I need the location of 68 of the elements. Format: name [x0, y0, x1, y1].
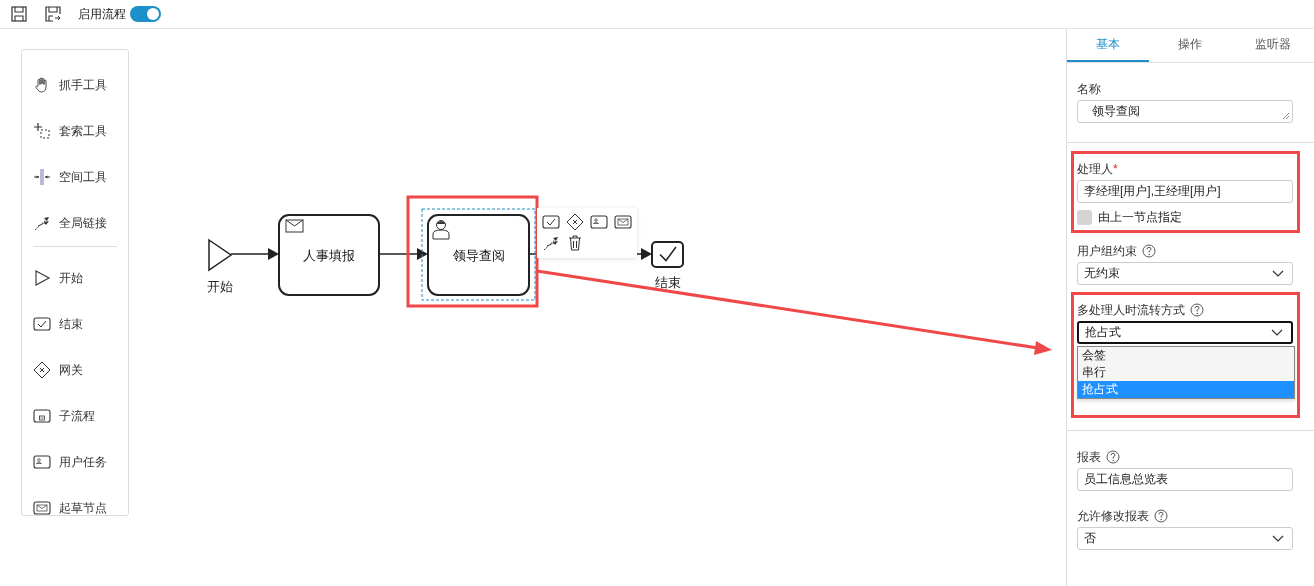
space-tool-icon — [33, 168, 51, 186]
help-icon[interactable] — [1154, 509, 1168, 523]
node-label: 领导查阅 — [452, 248, 505, 263]
resize-grip-icon[interactable] — [1282, 112, 1290, 120]
end-event[interactable] — [651, 241, 684, 268]
flow-arrow[interactable] — [378, 248, 428, 260]
node-label: 开始 — [207, 279, 233, 294]
pad-envelope-button[interactable] — [613, 212, 632, 231]
checkbox[interactable] — [1077, 210, 1092, 225]
name-field[interactable]: 领导查阅 — [1077, 100, 1293, 123]
input-field[interactable]: 李经理[用户],王经理[用户] — [1077, 180, 1293, 203]
palette-item[interactable]: 全局链接 — [22, 200, 128, 246]
pad-check-box-button[interactable] — [541, 212, 560, 231]
check-box-icon — [541, 212, 560, 231]
palette-item[interactable]: 开始 — [22, 255, 128, 301]
toggle-switch[interactable] — [130, 6, 161, 22]
pad-user-task-button[interactable] — [589, 212, 608, 231]
pad-diamond-button[interactable] — [565, 212, 584, 231]
tab[interactable]: 操作 — [1149, 29, 1232, 62]
user-task-icon — [33, 453, 51, 471]
diamond-icon — [33, 361, 51, 379]
triangle-icon — [33, 269, 51, 287]
flow-arrow[interactable] — [230, 248, 279, 260]
field-label: 报表 — [1077, 448, 1101, 466]
tab[interactable]: 基本 — [1067, 29, 1150, 62]
diamond-icon — [565, 212, 584, 231]
select-field[interactable]: 无约束 — [1077, 262, 1293, 285]
palette-item[interactable]: 子流程 — [22, 393, 128, 439]
chevron-down-icon — [1272, 534, 1284, 543]
subprocess-icon — [33, 407, 51, 425]
user-task-icon — [589, 212, 608, 231]
envelope-icon — [613, 212, 632, 231]
select-field[interactable]: 否 — [1077, 527, 1293, 550]
checkbox-label: 由上一节点指定 — [1098, 209, 1182, 226]
field-label: 名称 — [1077, 80, 1101, 98]
input-field[interactable]: 员工信息总览表 — [1077, 468, 1293, 491]
field-label: 多处理人时流转方式 — [1077, 301, 1185, 319]
help-icon[interactable] — [1106, 450, 1120, 464]
palette-item[interactable]: 起草节点 — [22, 485, 128, 531]
task-node[interactable] — [427, 214, 530, 296]
arrows-icon — [33, 214, 51, 232]
help-icon[interactable] — [1142, 244, 1156, 258]
palette-item[interactable]: 抓手工具 — [22, 62, 128, 108]
node-label: 结束 — [654, 275, 681, 290]
node-label: 人事填报 — [303, 248, 355, 263]
help-icon[interactable] — [1190, 303, 1204, 317]
dropdown-option[interactable]: 会签 — [1078, 347, 1294, 364]
chevron-down-icon — [1271, 328, 1283, 337]
palette-item[interactable]: 网关 — [22, 347, 128, 393]
envelope-icon — [285, 219, 304, 233]
start-event[interactable] — [208, 238, 233, 272]
check-box-icon — [33, 315, 51, 333]
palette-item[interactable]: 空间工具 — [22, 154, 128, 200]
field-label: 用户组约束 — [1077, 242, 1137, 260]
lasso-icon — [33, 122, 51, 140]
select-field[interactable]: 抢占式 — [1077, 321, 1293, 344]
envelope-icon — [33, 499, 51, 517]
task-node[interactable] — [278, 214, 380, 296]
person-icon — [432, 220, 450, 240]
field-label: 允许修改报表 — [1077, 507, 1149, 525]
palette-item[interactable]: 结束 — [22, 301, 128, 347]
toggle-label: 启用流程 — [78, 5, 126, 23]
dropdown-option[interactable]: 串行 — [1078, 364, 1294, 381]
chevron-down-icon — [1272, 269, 1284, 278]
palette-item[interactable]: 套索工具 — [22, 108, 128, 154]
field-label: 处理人* — [1077, 160, 1118, 178]
tab[interactable]: 监听器 — [1231, 29, 1314, 62]
palette-item[interactable]: 用户任务 — [22, 439, 128, 485]
